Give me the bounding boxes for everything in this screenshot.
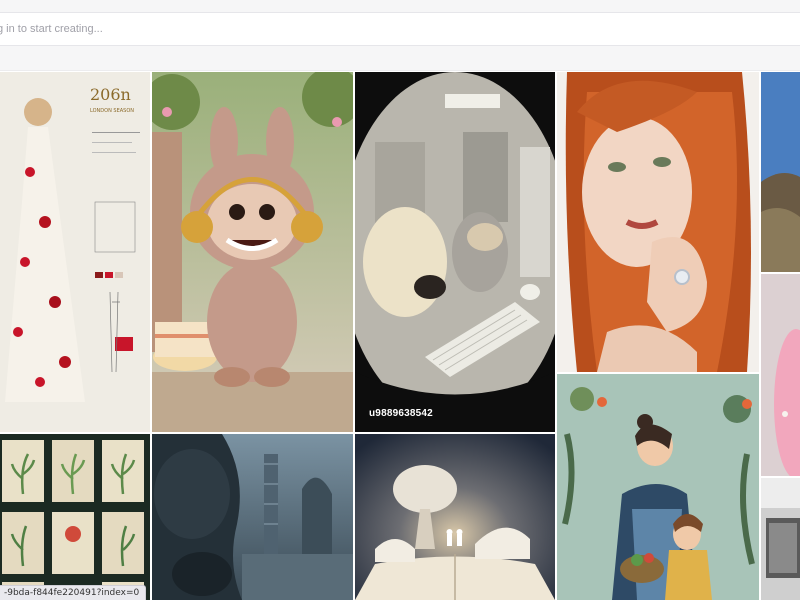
gallery-image-dog-cat-computer[interactable] xyxy=(355,72,555,432)
prompt-input[interactable]: g in to start creating... xyxy=(0,12,800,46)
image-creator-id: u9889638542 xyxy=(369,408,433,419)
status-bar-url: -9bda-f844fe220491?index=0 xyxy=(0,585,147,600)
gallery-image-pink-fluffy[interactable] xyxy=(761,274,800,476)
prompt-placeholder: g in to start creating... xyxy=(0,23,103,35)
gallery-image-interior[interactable] xyxy=(761,478,800,600)
gallery-image-bunny-creature[interactable] xyxy=(152,72,353,432)
top-bar: g in to start creating... xyxy=(0,0,800,71)
gallery-image-fashion-dress[interactable]: 206n LONDON SEASON xyxy=(0,72,150,432)
gallery-image-mother-child-illustration[interactable] xyxy=(557,374,759,600)
poster-subtitle: LONDON SEASON xyxy=(90,108,134,114)
gallery-image-redhead-portrait[interactable] xyxy=(557,72,759,372)
gallery-image-landscape[interactable] xyxy=(761,72,800,272)
gallery-image-astronauts-book[interactable] xyxy=(355,434,555,600)
gallery-image-gasmask-tower[interactable] xyxy=(152,434,353,600)
gallery-image-botanical-stamps[interactable] xyxy=(0,434,150,600)
poster-title: 206n xyxy=(90,85,131,104)
